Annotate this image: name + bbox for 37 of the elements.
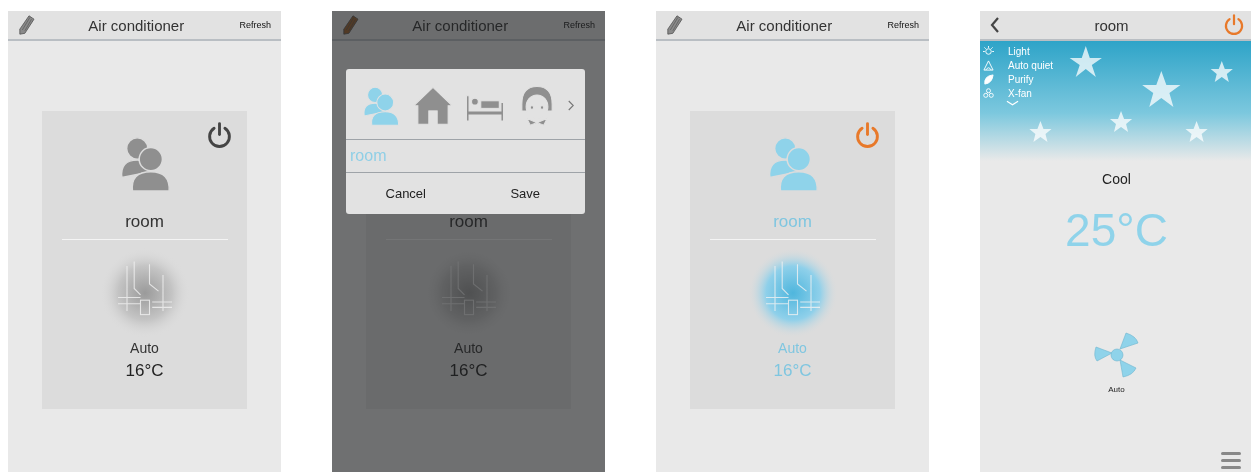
screen-title: Air conditioner [736,16,833,34]
device-name: room [125,212,164,232]
temperature-label: 16°C [773,361,812,381]
screen-title: Air conditioner [412,16,509,34]
device-card[interactable]: room Auto 16°C [42,111,247,409]
fan-speed-label: Auto [1108,385,1125,394]
refresh-button[interactable]: Refresh [885,18,921,32]
power-icon[interactable] [206,122,233,149]
fan-icon[interactable] [983,87,994,99]
leaf-icon[interactable] [983,73,994,85]
quiet-icon[interactable] [983,59,994,71]
device-name: room [449,212,488,232]
back-icon[interactable] [990,17,1000,33]
fan-icon[interactable] [1091,330,1142,380]
pencil-icon[interactable] [18,15,35,35]
mode-label: Auto [778,340,807,356]
screen-title: room [1094,16,1129,34]
refresh-button[interactable]: Refresh [237,18,273,32]
temperature-label: 16°C [125,361,164,381]
feature-label[interactable]: Auto quiet [1008,59,1054,71]
next-icon[interactable] [568,99,574,111]
screen-title: Air conditioner [88,16,185,34]
bulb-icon[interactable] [983,45,994,57]
device-name: room [773,212,812,232]
mode-label: Auto [130,340,159,356]
expand-icon[interactable] [1006,100,1019,106]
refresh-button[interactable]: Refresh [561,18,597,32]
pencil-icon[interactable] [342,15,359,35]
feature-label[interactable]: Light [1008,45,1030,57]
pencil-icon[interactable] [666,15,683,35]
temperature-label: 25°C [1065,203,1168,257]
feature-label[interactable]: X-fan [1008,87,1032,99]
mode-label: Cool [1102,171,1131,187]
feature-label[interactable]: Purify [1008,73,1034,85]
mode-label: Auto [454,340,483,356]
temperature-label: 16°C [449,361,488,381]
menu-icon[interactable] [1221,451,1241,469]
